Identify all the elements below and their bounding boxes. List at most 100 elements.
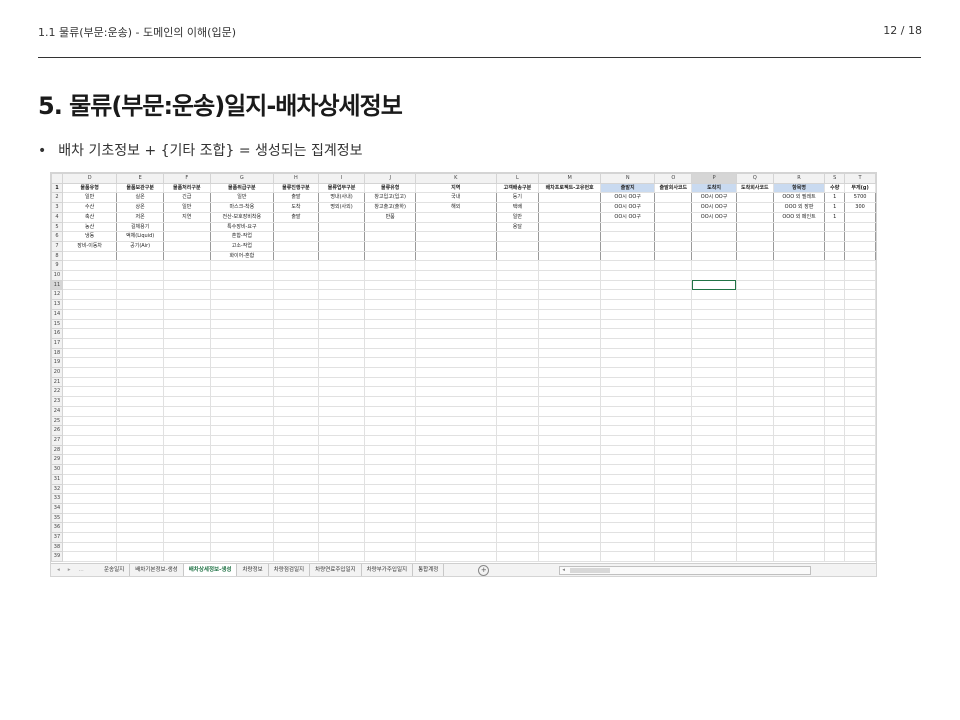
cell[interactable] bbox=[599, 347, 656, 359]
cell[interactable] bbox=[317, 502, 366, 514]
cell[interactable] bbox=[273, 231, 319, 242]
cell[interactable] bbox=[116, 250, 164, 262]
cell[interactable]: 혼합-작업 bbox=[209, 231, 275, 242]
cell[interactable] bbox=[317, 493, 366, 504]
cell[interactable] bbox=[599, 415, 656, 427]
cell[interactable]: 수량 bbox=[824, 182, 846, 194]
row-number[interactable]: 14 bbox=[51, 308, 63, 320]
cell[interactable] bbox=[209, 444, 275, 456]
row-number[interactable]: 38 bbox=[51, 541, 63, 553]
cell[interactable] bbox=[209, 270, 275, 281]
cell[interactable] bbox=[162, 240, 211, 252]
cell[interactable] bbox=[772, 279, 826, 291]
cell[interactable] bbox=[772, 502, 826, 514]
cell[interactable] bbox=[495, 250, 540, 262]
cell[interactable] bbox=[495, 299, 540, 310]
cell[interactable]: 5700 bbox=[844, 192, 876, 204]
cell[interactable] bbox=[61, 541, 118, 553]
cell[interactable] bbox=[824, 318, 846, 330]
cell[interactable] bbox=[735, 231, 774, 242]
cell[interactable] bbox=[415, 240, 497, 252]
cell[interactable] bbox=[209, 308, 275, 320]
cell[interactable] bbox=[654, 376, 693, 388]
row-number[interactable]: 30 bbox=[51, 464, 63, 475]
cell[interactable] bbox=[654, 532, 693, 543]
cell[interactable] bbox=[735, 551, 774, 563]
cell[interactable]: 창고입고(입고) bbox=[364, 192, 416, 204]
cell[interactable] bbox=[691, 396, 737, 407]
cell[interactable]: OO시 OO구 bbox=[691, 202, 737, 213]
cell[interactable] bbox=[364, 279, 416, 291]
cell[interactable] bbox=[162, 308, 211, 320]
cell[interactable] bbox=[317, 308, 366, 320]
cell[interactable] bbox=[772, 347, 826, 359]
cell[interactable] bbox=[116, 376, 164, 388]
cell[interactable] bbox=[61, 502, 118, 514]
cell[interactable] bbox=[654, 386, 693, 398]
cell[interactable] bbox=[317, 512, 366, 524]
cell[interactable] bbox=[495, 260, 540, 272]
cell[interactable] bbox=[844, 231, 876, 242]
cell[interactable] bbox=[116, 425, 164, 436]
cell[interactable] bbox=[735, 532, 774, 543]
cell[interactable]: 수산 bbox=[61, 202, 118, 213]
cell[interactable] bbox=[209, 425, 275, 436]
cell[interactable] bbox=[654, 202, 693, 213]
cell[interactable] bbox=[538, 493, 601, 504]
cell[interactable] bbox=[116, 308, 164, 320]
cell[interactable] bbox=[61, 464, 118, 475]
cell[interactable] bbox=[691, 367, 737, 378]
cell[interactable] bbox=[495, 386, 540, 398]
cell[interactable]: 도착회사코드 bbox=[735, 182, 774, 194]
cell[interactable] bbox=[116, 493, 164, 504]
cell[interactable] bbox=[61, 386, 118, 398]
cell[interactable]: 냉동 bbox=[61, 231, 118, 242]
cell[interactable]: 도착지 bbox=[691, 182, 737, 194]
cell[interactable] bbox=[495, 337, 540, 349]
column-header-t[interactable]: T bbox=[844, 173, 876, 184]
cell[interactable] bbox=[772, 299, 826, 310]
cell[interactable] bbox=[691, 522, 737, 534]
cell[interactable]: 출발회사코드 bbox=[654, 182, 693, 194]
cell[interactable] bbox=[495, 367, 540, 378]
cell[interactable] bbox=[317, 444, 366, 456]
cell[interactable] bbox=[824, 299, 846, 310]
cell[interactable] bbox=[495, 532, 540, 543]
cell[interactable]: 명외(사외) bbox=[317, 202, 366, 213]
cell[interactable] bbox=[824, 270, 846, 281]
cell[interactable] bbox=[273, 240, 319, 252]
row-number[interactable]: 39 bbox=[51, 551, 63, 563]
cell[interactable] bbox=[415, 512, 497, 524]
cell[interactable] bbox=[844, 308, 876, 320]
cell[interactable] bbox=[654, 502, 693, 514]
cell[interactable] bbox=[735, 512, 774, 524]
cell[interactable] bbox=[824, 425, 846, 436]
cell[interactable] bbox=[691, 454, 737, 466]
cell[interactable] bbox=[273, 473, 319, 485]
cell[interactable] bbox=[844, 347, 876, 359]
cell[interactable] bbox=[538, 240, 601, 252]
row-number[interactable]: 22 bbox=[51, 386, 63, 398]
cell[interactable] bbox=[364, 434, 416, 446]
cell[interactable] bbox=[735, 434, 774, 446]
cell[interactable] bbox=[654, 211, 693, 223]
cell[interactable] bbox=[844, 328, 876, 339]
cell[interactable] bbox=[415, 444, 497, 456]
row-number[interactable]: 11 bbox=[51, 279, 63, 291]
cell[interactable] bbox=[273, 357, 319, 369]
cell[interactable] bbox=[844, 532, 876, 543]
cell[interactable]: 택배 bbox=[495, 202, 540, 213]
cell[interactable] bbox=[273, 541, 319, 553]
cell[interactable] bbox=[209, 260, 275, 272]
cell[interactable] bbox=[415, 396, 497, 407]
cell[interactable] bbox=[599, 483, 656, 495]
row-number[interactable]: 32 bbox=[51, 483, 63, 495]
cell[interactable] bbox=[691, 502, 737, 514]
cell[interactable] bbox=[116, 444, 164, 456]
cell[interactable] bbox=[116, 357, 164, 369]
cell[interactable] bbox=[317, 250, 366, 262]
cell[interactable] bbox=[273, 260, 319, 272]
column-header-d[interactable]: D bbox=[61, 173, 118, 184]
cell[interactable] bbox=[364, 454, 416, 466]
cell[interactable] bbox=[654, 493, 693, 504]
